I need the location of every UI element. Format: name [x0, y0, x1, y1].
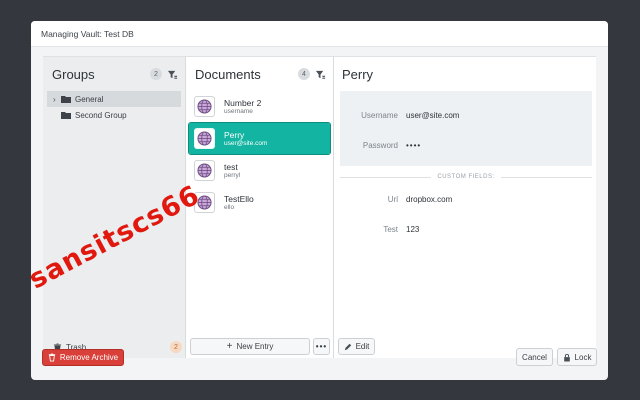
custom-field-label: Test [383, 224, 398, 234]
documents-header: Documents 4 [186, 57, 333, 91]
custom-field-url-row: Url dropbox.com [340, 184, 596, 214]
lock-button[interactable]: Lock [557, 348, 597, 366]
edit-button[interactable]: Edit [338, 338, 375, 355]
document-list: Number 2 username Perry user@site.com te… [186, 91, 333, 218]
custom-field-value[interactable]: 123 [406, 225, 419, 234]
username-label: Username [361, 110, 398, 120]
password-row: Password •••• [340, 130, 592, 160]
folder-icon [61, 96, 71, 103]
document-sub: user@site.com [224, 139, 268, 147]
documents-count-badge: 4 [298, 68, 310, 80]
folder-icon [61, 112, 71, 119]
document-text: TestEllo ello [224, 194, 254, 212]
custom-fields-separator: CUSTOM FIELDS: [340, 174, 593, 180]
custom-field-test-row: Test 123 [340, 214, 596, 244]
panes: Groups 2 › General Second Group Trash 2 … [43, 56, 596, 358]
custom-fields-label: CUSTOM FIELDS: [437, 174, 495, 180]
documents-title: Documents [195, 66, 261, 82]
globe-icon [194, 96, 215, 117]
globe-icon [194, 128, 215, 149]
credentials-box: Username user@site.com Password •••• [340, 91, 592, 166]
document-item-perry[interactable]: Perry user@site.com [188, 122, 331, 155]
documents-footer: + New Entry ••• [190, 338, 330, 355]
document-name: Perry [224, 129, 245, 140]
globe-icon [194, 160, 215, 181]
new-entry-button[interactable]: + New Entry [190, 338, 310, 355]
pencil-icon [344, 343, 351, 350]
group-label: Second Group [75, 110, 127, 120]
document-item-testello[interactable]: TestEllo ello [189, 187, 330, 218]
documents-tools: 4 [298, 68, 326, 80]
document-item-number-2[interactable]: Number 2 username [189, 91, 330, 122]
group-item-general[interactable]: › General [47, 91, 181, 107]
lock-label: Lock [574, 352, 592, 362]
document-sub: ello [224, 203, 235, 211]
separator-line [340, 176, 432, 178]
document-name: TestEllo [224, 193, 254, 204]
document-text: Perry user@site.com [224, 130, 267, 148]
custom-field-label: Url [387, 194, 398, 204]
dialog-title: Managing Vault: Test DB [31, 21, 608, 47]
password-value[interactable]: •••• [406, 141, 421, 150]
document-name: Number 2 [224, 97, 262, 108]
password-label: Password [362, 140, 398, 150]
groups-header: Groups 2 [43, 57, 185, 91]
group-label: General [75, 94, 104, 104]
remove-archive-label: Remove Archive [59, 353, 119, 362]
detail-footer: Edit [338, 338, 375, 355]
trash-icon [48, 353, 56, 362]
groups-pane: Groups 2 › General Second Group Trash 2 [43, 57, 186, 358]
separator-line [500, 176, 593, 178]
new-entry-label: New Entry [236, 342, 274, 351]
documents-pane: Documents 4 Number 2 username Perry user… [186, 57, 334, 358]
groups-title: Groups [52, 66, 95, 82]
detail-pane: Perry Username user@site.com Password ••… [334, 57, 596, 358]
username-row: Username user@site.com [340, 100, 592, 130]
more-options-button[interactable]: ••• [313, 338, 330, 355]
document-text: Number 2 username [224, 98, 261, 116]
filter-icon[interactable] [315, 69, 326, 80]
plus-icon: + [226, 341, 233, 352]
document-name: test [224, 161, 238, 172]
groups-tools: 2 [150, 68, 178, 80]
edit-label: Edit [355, 342, 370, 351]
document-text: test perryl [224, 162, 240, 180]
trash-count-badge: 2 [170, 341, 182, 353]
groups-count-badge: 2 [150, 68, 162, 80]
vault-dialog: Managing Vault: Test DB Groups 2 › Gener… [31, 21, 608, 380]
remove-archive-button[interactable]: Remove Archive [42, 349, 124, 366]
lock-icon [563, 353, 570, 361]
entry-title: Perry [342, 66, 374, 82]
custom-field-value[interactable]: dropbox.com [406, 195, 452, 204]
document-item-test[interactable]: test perryl [189, 155, 330, 186]
chevron-right-icon[interactable]: › [53, 95, 61, 104]
username-value[interactable]: user@site.com [406, 111, 459, 120]
group-item-second-group[interactable]: Second Group [47, 107, 181, 123]
document-sub: perryl [224, 171, 241, 179]
cancel-button[interactable]: Cancel [516, 348, 553, 366]
filter-icon[interactable] [167, 69, 178, 80]
globe-icon [194, 192, 215, 213]
document-sub: username [224, 107, 253, 115]
